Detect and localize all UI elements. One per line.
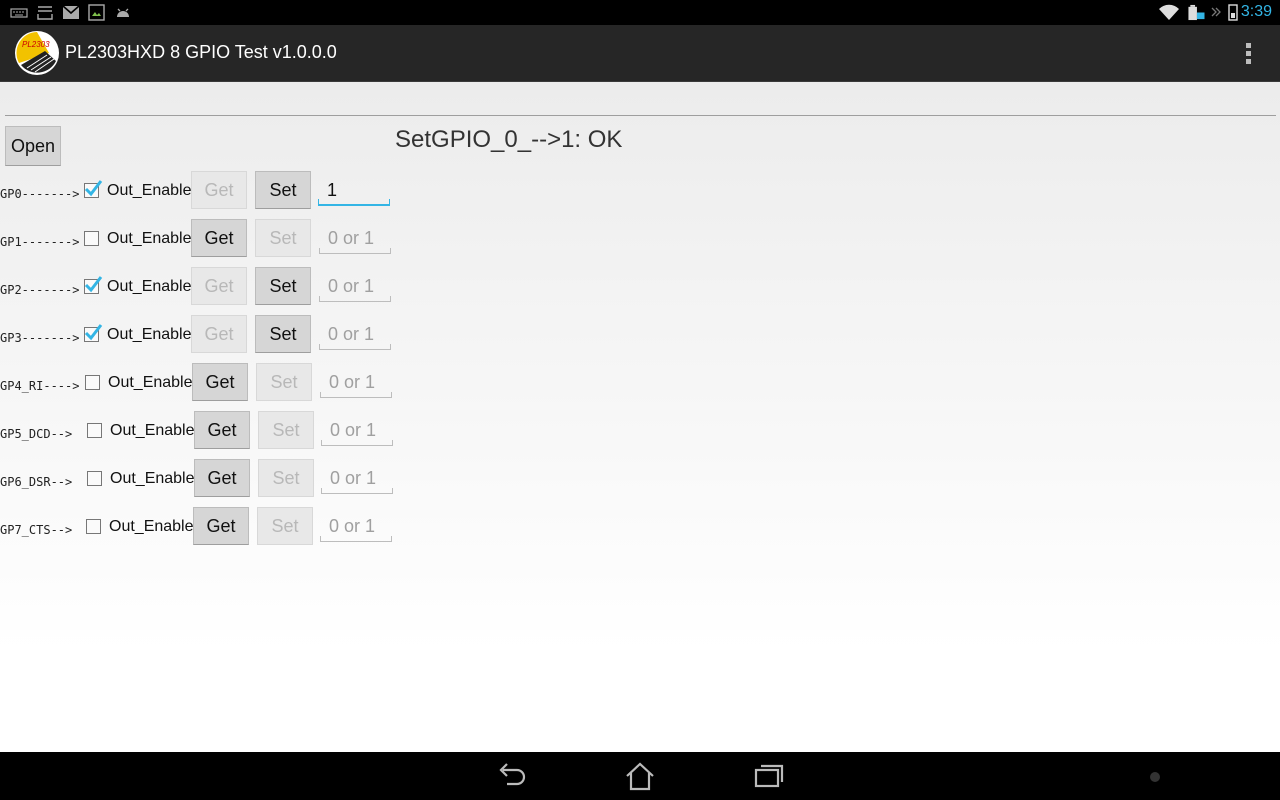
value-text: 1 [327,180,338,200]
gpio-label: GP2-------> [0,283,80,297]
keyboard-icon [10,8,28,18]
logo-text: PL2303 [22,40,50,49]
out-enable-label: Out_Enable [107,230,192,247]
out-enable-label: Out_Enable [108,374,193,391]
gpio-label: GP7_CTS--> [0,523,73,537]
gpio-label: GP3-------> [0,331,80,345]
get-button[interactable]: Get [194,411,250,449]
set-button[interactable]: Set [257,507,313,545]
set-button[interactable]: Set [258,411,314,449]
gpio-row-7: GP7_CTS--> Out_Enable Get Set 0 or 1 [0,507,400,555]
set-button[interactable]: Set [258,459,314,497]
gpio-row-3: GP3-------> Out_Enable Get Set 0 or 1 [0,315,400,363]
get-button[interactable]: Get [192,363,248,401]
set-button[interactable]: Set [255,219,311,257]
gpio-label: GP0-------> [0,187,80,201]
gpio-label: GP5_DCD--> [0,427,73,441]
get-button[interactable]: Get [191,267,247,305]
gpio-row-2: GP2-------> Out_Enable Get Set 0 or 1 [0,267,400,315]
action-bar: PL2303 PL2303HXD 8 GPIO Test v1.0.0.0 [0,25,1280,82]
status-bar: 3:39 [0,0,1280,25]
home-icon[interactable] [624,762,656,792]
get-button[interactable]: Get [193,507,249,545]
value-input[interactable]: 0 or 1 [320,508,392,542]
out-enable-checkbox[interactable] [87,471,102,486]
get-button[interactable]: Get [191,171,247,209]
android-debug-icon [117,8,129,17]
screenshot-icon [88,4,105,21]
value-input[interactable]: 1 [318,172,390,206]
open-button[interactable]: Open [5,126,61,166]
out-enable-label: Out_Enable [110,470,195,487]
value-placeholder: 0 or 1 [329,372,376,392]
value-placeholder: 0 or 1 [328,276,375,296]
out-enable-checkbox[interactable] [85,375,100,390]
get-button[interactable]: Get [194,459,250,497]
value-input[interactable]: 0 or 1 [319,220,391,254]
checkmark-icon [84,180,103,197]
value-placeholder: 0 or 1 [330,468,377,488]
set-button[interactable]: Set [255,315,311,353]
menu-dot-icon [1150,772,1160,782]
value-input[interactable]: 0 or 1 [320,364,392,398]
wifi-icon [1159,4,1179,20]
value-placeholder: 0 or 1 [330,420,377,440]
navigation-bar [0,752,1280,800]
app-title: PL2303HXD 8 GPIO Test v1.0.0.0 [65,42,337,62]
gpio-label: GP4_RI----> [0,379,80,393]
checkmark-icon [84,324,103,341]
battery-icon [1188,4,1205,21]
gpio-row-4: GP4_RI----> Out_Enable Get Set 0 or 1 [0,363,400,411]
app-logo: PL2303 [15,31,59,75]
get-button[interactable]: Get [191,219,247,257]
mobile-signal-icon [1228,4,1238,21]
out-enable-label: Out_Enable [109,518,194,535]
get-button[interactable]: Get [191,315,247,353]
out-enable-checkbox[interactable] [84,231,99,246]
value-input[interactable]: 0 or 1 [319,268,391,302]
value-placeholder: 0 or 1 [328,324,375,344]
out-enable-checkbox[interactable] [86,519,101,534]
set-button[interactable]: Set [255,171,311,209]
out-enable-label: Out_Enable [107,326,192,343]
value-placeholder: 0 or 1 [329,516,376,536]
set-button[interactable]: Set [256,363,312,401]
gpio-row-6: GP6_DSR--> Out_Enable Get Set 0 or 1 [0,459,400,507]
value-input[interactable]: 0 or 1 [319,316,391,350]
out-enable-checkbox[interactable] [87,423,102,438]
main-content: Open SetGPIO_0_-->1: OK GP0-------> Out_E… [0,82,1280,752]
clock: 3:39 [1240,3,1272,20]
gpio-label: GP1-------> [0,235,80,249]
out-enable-checkbox[interactable] [84,276,103,294]
status-message: SetGPIO_0_-->1: OK [395,126,623,153]
gpio-row-5: GP5_DCD--> Out_Enable Get Set 0 or 1 [0,411,400,459]
download-tray-icon [37,6,53,20]
value-placeholder: 0 or 1 [328,228,375,248]
out-enable-checkbox[interactable] [84,324,103,342]
data-activity-icon [1211,7,1221,17]
set-button[interactable]: Set [255,267,311,305]
out-enable-label: Out_Enable [107,278,192,295]
gpio-label: GP6_DSR--> [0,475,73,489]
back-icon[interactable] [497,762,527,790]
checkmark-icon [84,276,103,293]
out-enable-checkbox[interactable] [84,180,103,198]
divider [5,115,1276,116]
gpio-row-1: GP1-------> Out_Enable Get Set 0 or 1 [0,219,400,267]
out-enable-label: Out_Enable [107,182,192,199]
value-input[interactable]: 0 or 1 [321,460,393,494]
gpio-row-0: GP0-------> Out_Enable Get Set 1 [0,171,400,219]
recent-apps-icon[interactable] [753,762,785,790]
out-enable-label: Out_Enable [110,422,195,439]
overflow-menu-icon[interactable] [1238,41,1258,67]
value-input[interactable]: 0 or 1 [321,412,393,446]
gmail-icon [62,5,80,19]
